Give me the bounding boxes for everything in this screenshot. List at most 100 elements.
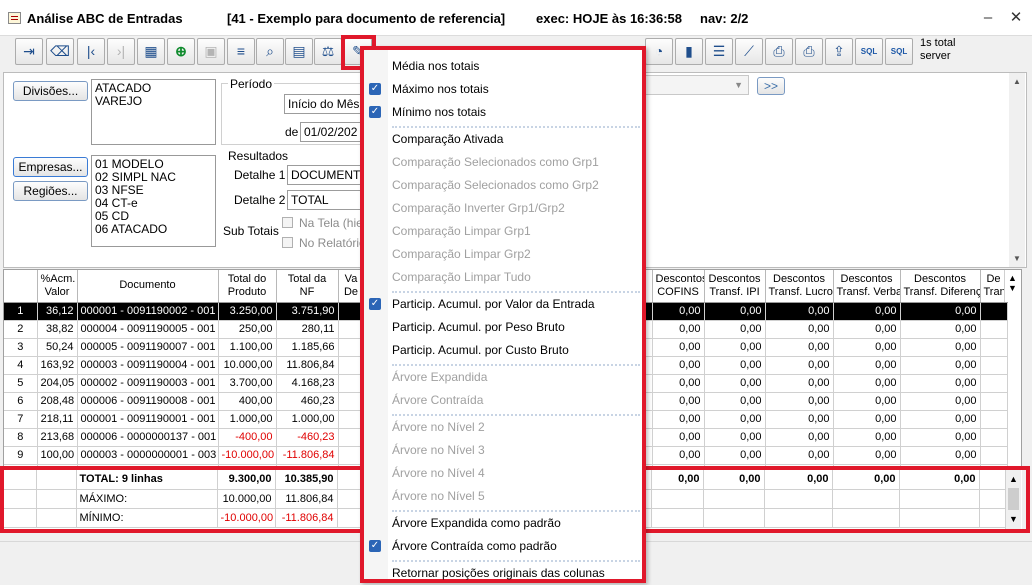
cell-total-nf[interactable]: -460,23 bbox=[276, 428, 339, 447]
column-header[interactable]: Documento bbox=[77, 270, 219, 303]
cell-desconto[interactable]: 0,00 bbox=[652, 356, 705, 375]
hbar-chart-icon[interactable]: ☰ bbox=[705, 38, 733, 65]
cell-desconto[interactable]: 0,00 bbox=[652, 338, 705, 357]
sql-icon[interactable]: SQL bbox=[855, 38, 883, 65]
cell-desconto[interactable]: 0,00 bbox=[704, 356, 766, 375]
row-number[interactable]: 9 bbox=[4, 446, 38, 465]
list-item[interactable]: 06 ATACADO bbox=[95, 223, 212, 236]
next-nav-button[interactable]: >> bbox=[757, 77, 785, 95]
cell-total-produto[interactable]: 400,00 bbox=[218, 392, 277, 411]
cell-total-produto[interactable]: 3.250,00 bbox=[218, 302, 277, 321]
cell-total-nf[interactable]: 1.185,66 bbox=[276, 338, 339, 357]
divisoes-button[interactable]: Divisões... bbox=[13, 81, 88, 101]
cell-acm-valor[interactable]: 218,11 bbox=[37, 410, 78, 429]
cell-total-produto[interactable]: 250,00 bbox=[218, 320, 277, 339]
combo-select[interactable]: ▼ bbox=[644, 75, 749, 95]
cell-desconto[interactable]: 0,00 bbox=[652, 392, 705, 411]
menu-item[interactable]: Comparação Ativada bbox=[364, 128, 642, 150]
no-relatorio-checkbox[interactable] bbox=[282, 237, 293, 248]
menu-item[interactable]: Comparação Limpar Grp1 bbox=[364, 220, 642, 242]
cell-desconto[interactable]: 0,00 bbox=[704, 374, 766, 393]
save-icon[interactable]: ▣ bbox=[197, 38, 225, 65]
cell-documento[interactable]: 000001 - 0091190001 - 001 bbox=[77, 410, 219, 429]
row-number[interactable]: 2 bbox=[4, 320, 38, 339]
menu-item[interactable]: Árvore Contraída bbox=[364, 389, 642, 411]
cell-desconto[interactable]: 0,00 bbox=[652, 302, 705, 321]
cell-desconto[interactable]: 0,00 bbox=[765, 338, 834, 357]
menu-item[interactable]: Árvore no Nível 3 bbox=[364, 439, 642, 461]
cell-desconto[interactable]: 0,00 bbox=[900, 410, 981, 429]
regioes-button[interactable]: Regiões... bbox=[13, 181, 88, 201]
cell-desconto[interactable]: 0,00 bbox=[900, 428, 981, 447]
cell-desconto[interactable]: 0,00 bbox=[833, 302, 901, 321]
cell-documento[interactable]: 000003 - 0000000001 - 003 bbox=[77, 446, 219, 465]
cell-total-produto[interactable]: 3.700,00 bbox=[218, 374, 277, 393]
column-header[interactable]: Descontos Transf. Diferença bbox=[900, 270, 981, 303]
cell-desconto[interactable]: 0,00 bbox=[652, 410, 705, 429]
cell-acm-valor[interactable]: 208,48 bbox=[37, 392, 78, 411]
column-header[interactable]: De Tran bbox=[980, 270, 1008, 303]
cell-desconto[interactable]: 0,00 bbox=[704, 302, 766, 321]
cell-total-nf[interactable]: 3.751,90 bbox=[276, 302, 339, 321]
cell-desconto[interactable]: 0,00 bbox=[833, 320, 901, 339]
cell-desconto[interactable]: 0,00 bbox=[900, 338, 981, 357]
cell-documento[interactable]: 000002 - 0091190003 - 001 bbox=[77, 374, 219, 393]
column-header[interactable]: Descontos Transf. Verba bbox=[833, 270, 901, 303]
menu-item[interactable]: Média nos totais bbox=[364, 55, 642, 77]
cell-desconto[interactable]: 0,00 bbox=[833, 338, 901, 357]
menu-item[interactable]: Particip. Acumul. por Peso Bruto bbox=[364, 316, 642, 338]
cell-desconto[interactable]: 0,00 bbox=[652, 320, 705, 339]
cell-documento[interactable]: 000004 - 0091190005 - 001 bbox=[77, 320, 219, 339]
cell-desconto[interactable]: 0,00 bbox=[704, 338, 766, 357]
cell-desconto[interactable]: 0,00 bbox=[765, 392, 834, 411]
cell-desconto[interactable]: 0,00 bbox=[833, 392, 901, 411]
header-scroll[interactable]: ▲ ▼ bbox=[1004, 270, 1020, 302]
scroll-up-icon[interactable]: ▲ bbox=[1005, 273, 1020, 283]
cell-desconto[interactable]: 0,00 bbox=[765, 446, 834, 465]
scroll-down-icon[interactable]: ▼ bbox=[1009, 254, 1025, 263]
first-record-icon[interactable]: |‹ bbox=[77, 38, 105, 65]
cell-desconto[interactable]: 0,00 bbox=[833, 428, 901, 447]
row-number[interactable]: 5 bbox=[4, 374, 38, 393]
cell-desconto[interactable]: 0,00 bbox=[833, 374, 901, 393]
menu-item[interactable]: Comparação Inverter Grp1/Grp2 bbox=[364, 197, 642, 219]
cell-desconto[interactable]: 0,00 bbox=[900, 446, 981, 465]
exit-icon[interactable]: ⇥ bbox=[15, 38, 43, 65]
cell-documento[interactable]: 000001 - 0091190002 - 001 bbox=[77, 302, 219, 321]
cell-total-nf[interactable]: 4.168,23 bbox=[276, 374, 339, 393]
detalhe1-select[interactable]: DOCUMENTO bbox=[287, 165, 361, 185]
cell-desconto[interactable]: 0,00 bbox=[765, 374, 834, 393]
cell-desconto[interactable]: 0,00 bbox=[765, 410, 834, 429]
menu-item[interactable]: ✓ Particip. Acumul. por Valor da Entrada bbox=[364, 293, 642, 315]
cell-total-nf[interactable]: 11.806,84 bbox=[276, 356, 339, 375]
row-number[interactable]: 8 bbox=[4, 428, 38, 447]
row-number[interactable]: 1 bbox=[4, 302, 38, 321]
pie-chart-icon[interactable]: ◔ bbox=[645, 38, 673, 65]
cell-desconto[interactable]: 0,00 bbox=[652, 428, 705, 447]
sql-server-icon[interactable]: SQL bbox=[885, 38, 913, 65]
cell-acm-valor[interactable]: 204,05 bbox=[37, 374, 78, 393]
minimize-icon[interactable]: – bbox=[975, 8, 1001, 28]
line-chart-icon[interactable]: ⟋ bbox=[735, 38, 763, 65]
bar-chart-icon[interactable]: ▮ bbox=[675, 38, 703, 65]
add-icon[interactable]: ⊕ bbox=[167, 38, 195, 65]
divisoes-list[interactable]: ATACADO VAREJO bbox=[91, 79, 216, 145]
detalhe2-select[interactable]: TOTAL bbox=[287, 190, 361, 210]
print-icon[interactable]: ⎙ bbox=[765, 38, 793, 65]
periodo-select[interactable]: Início do Mês a bbox=[284, 94, 361, 114]
eraser-icon[interactable]: ⌫ bbox=[46, 38, 74, 65]
row-number[interactable]: 4 bbox=[4, 356, 38, 375]
cell-partial[interactable] bbox=[980, 410, 1008, 429]
scroll-down-icon[interactable]: ▼ bbox=[1005, 283, 1020, 293]
cell-documento[interactable]: 000003 - 0091190004 - 001 bbox=[77, 356, 219, 375]
balance-icon[interactable]: ⚖ bbox=[314, 38, 342, 65]
cell-documento[interactable]: 000006 - 0091190008 - 001 bbox=[77, 392, 219, 411]
menu-item[interactable]: Árvore no Nível 4 bbox=[364, 462, 642, 484]
menu-item[interactable]: Árvore Expandida como padrão bbox=[364, 512, 642, 534]
cell-desconto[interactable]: 0,00 bbox=[704, 410, 766, 429]
calculator-icon[interactable]: ▤ bbox=[285, 38, 313, 65]
menu-item[interactable]: Árvore Expandida bbox=[364, 366, 642, 388]
cell-desconto[interactable]: 0,00 bbox=[652, 446, 705, 465]
column-header[interactable]: Total da NF bbox=[276, 270, 339, 303]
cell-desconto[interactable]: 0,00 bbox=[900, 320, 981, 339]
